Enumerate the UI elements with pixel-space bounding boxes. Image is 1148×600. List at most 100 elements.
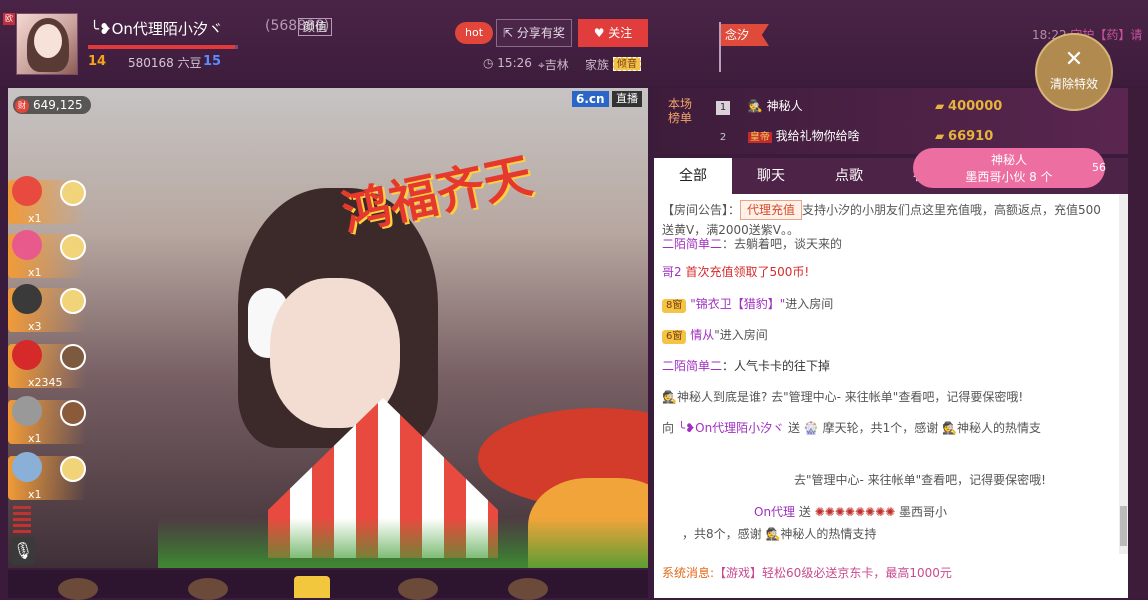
chat-messages: 【房间公告】： 代理充值 支持小汐的小朋友们点这里充值哦，高额返点，充值500 送黄V…	[654, 194, 1119, 554]
chat-text: 向	[662, 421, 675, 435]
anchor-name[interactable]: ╰❥On代理陌小汐ヾ	[90, 18, 223, 39]
live-badge: 直播	[612, 91, 642, 107]
share-button[interactable]: ⇱ 分享有奖	[496, 19, 572, 47]
anchor-avatar[interactable]	[16, 13, 78, 75]
chat-user[interactable]: 二陌简单二	[662, 237, 722, 251]
gift-box-icon[interactable]	[294, 576, 330, 598]
microphone-icon[interactable]: 🎙	[11, 537, 35, 565]
tab-chat[interactable]: 聊天	[732, 158, 810, 194]
chat-message: 二陌简单二：人气卡卡的往下掉	[662, 356, 830, 376]
share-icon: ⇱	[503, 26, 517, 40]
chat-user[interactable]: 神秘人的热情支	[957, 421, 1041, 435]
viewer-avatar[interactable]	[58, 578, 98, 600]
coin-icon: ▰	[935, 99, 949, 113]
system-message[interactable]: 系统消息:【游戏】轻松60级必送京东卡，最高1000元	[662, 564, 952, 581]
family-label: 家族	[585, 58, 610, 72]
sender-avatar	[60, 288, 86, 314]
follow-label: 关注	[608, 26, 633, 40]
emperor-badge: 皇帝	[747, 132, 772, 143]
mexican-gift-icons: ✺✺✺✺✺✺✺✺	[814, 505, 896, 519]
menu-icon[interactable]	[13, 506, 31, 534]
chat-user[interactable]: 神秘人的热情支持	[780, 527, 876, 541]
rank-number: 2	[719, 132, 727, 143]
anchor-level: 14	[88, 54, 107, 69]
family-badge[interactable]: 倾音	[613, 57, 641, 71]
sender-avatar	[60, 456, 86, 482]
level-progress-bar	[88, 45, 238, 49]
viewer-avatar[interactable]	[398, 578, 438, 600]
rank-user-name: 神秘人	[766, 99, 803, 113]
car-gift-icon	[12, 284, 42, 314]
gift-item[interactable]: x1	[8, 176, 86, 230]
system-link[interactable]: 【游戏】轻松60级必送京东卡，最高1000元	[714, 566, 952, 580]
gift-notice-bubble[interactable]: 神秘人 墨西哥小伙 8 个	[913, 148, 1105, 188]
live-video[interactable]	[8, 88, 648, 568]
right-edge-panel	[1128, 88, 1148, 598]
sender-avatar	[60, 344, 86, 370]
couple-gift-icon	[12, 230, 42, 260]
chat-user[interactable]: On代理	[754, 505, 795, 519]
mystery-user-icon: 🕵	[662, 390, 677, 404]
chat-message: ，共8个，感谢 🕵神秘人的热情支持	[682, 524, 876, 544]
chat-text: ：去躺着吧，谈天来的	[722, 237, 843, 251]
mystery-user-icon: 🕵	[747, 99, 763, 113]
sender-avatar	[60, 180, 86, 206]
hot-badge[interactable]: hot	[455, 22, 494, 44]
vip-badge: 8窗	[662, 299, 687, 313]
follow-button[interactable]: ♥ 关注	[578, 19, 648, 47]
ranking-title: 本场榜单	[668, 97, 693, 125]
chat-scrollbar[interactable]	[1119, 194, 1128, 554]
chat-message: 8窗 "锦衣卫【猎豹】"进入房间	[662, 294, 833, 314]
anchor-location: ⌖吉林	[538, 56, 569, 73]
viewer-avatar[interactable]	[188, 578, 228, 600]
chat-text: 墨西哥小	[899, 505, 948, 519]
rose-gift-icon	[12, 340, 42, 370]
beans-count: 580168 六豆	[128, 56, 202, 70]
region-tag: 欧	[3, 13, 15, 25]
chat-user[interactable]: ╰❥On代理陌小汐ヾ	[678, 421, 784, 435]
coin-icon: ▰	[935, 129, 949, 143]
wealth-value: 649,125	[33, 98, 83, 112]
close-icon: ✕	[1064, 47, 1084, 72]
fan-flag[interactable]: 念汐	[721, 24, 769, 46]
gift-count: x1	[28, 266, 42, 279]
bubble-count: 56	[1092, 161, 1106, 174]
scrollbar-thumb[interactable]	[1120, 506, 1127, 546]
chat-user[interactable]: "锦衣卫【猎豹】"	[690, 297, 785, 311]
gift-item[interactable]: x1	[8, 230, 86, 284]
level-progress-fill	[88, 45, 235, 49]
flag-pole	[719, 22, 721, 72]
chat-text: 去"管理中心- 来往帐单"查看吧，记得要保密哦!	[794, 473, 1046, 487]
chat-text: 首次充值领取了500币!	[685, 265, 810, 279]
share-label: 分享有奖	[516, 26, 565, 40]
gift-item[interactable]: x1	[8, 452, 86, 506]
gift-item[interactable]: x3	[8, 284, 86, 338]
chat-text: 神秘人到底是谁? 去"管理中心- 来往帐单"查看吧，记得要保密哦!	[676, 390, 1024, 404]
rank-number: 1	[716, 101, 730, 115]
chat-user[interactable]: 情从	[690, 328, 714, 342]
system-label: 系统消息:	[662, 566, 715, 580]
mystery-user-icon: 🕵	[942, 421, 958, 435]
tab-all[interactable]: 全部	[654, 158, 732, 194]
mystery-user-icon: 🕵	[765, 527, 781, 541]
gift-count: x1	[28, 488, 42, 501]
gift-count: x3	[28, 320, 42, 333]
chat-user[interactable]: 哥2	[662, 265, 682, 279]
bubble-sender: 神秘人	[990, 153, 1027, 167]
chat-user[interactable]: 二陌简单二	[662, 359, 722, 373]
recharge-link[interactable]: 代理充值	[740, 200, 803, 220]
grass-effect	[158, 518, 648, 568]
category-badge[interactable]: 颜值	[298, 18, 333, 36]
site-logo: 6.cn	[572, 91, 609, 107]
clear-effects-button[interactable]: ✕ 清除特效	[1035, 33, 1113, 111]
tab-song[interactable]: 点歌	[810, 158, 888, 194]
ranking-row[interactable]: 1 🕵 神秘人	[716, 95, 803, 117]
ferris-wheel-gift-icon	[12, 452, 42, 482]
gift-item[interactable]: x1	[8, 396, 86, 450]
sender-avatar	[60, 400, 86, 426]
room-header	[0, 0, 1148, 85]
gift-item[interactable]: x2345	[8, 340, 86, 394]
viewer-avatar[interactable]	[508, 578, 548, 600]
chat-message: 去"管理中心- 来往帐单"查看吧，记得要保密哦!	[794, 470, 1046, 490]
ranking-row[interactable]: 2 皇帝 我给礼物你给啥	[716, 125, 860, 147]
